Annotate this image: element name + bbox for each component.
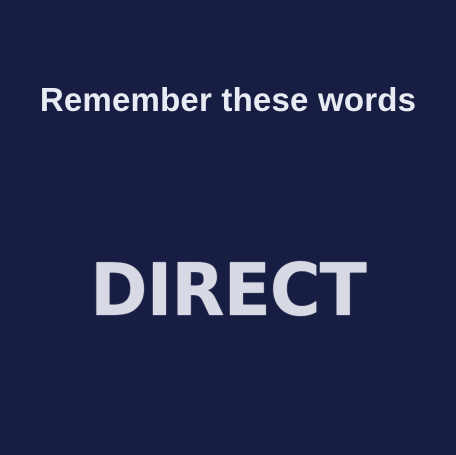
memory-word: DIRECT	[90, 248, 367, 332]
memory-game-screen: Remember these words DIRECT	[0, 0, 456, 455]
instruction-text: Remember these words	[39, 81, 417, 118]
